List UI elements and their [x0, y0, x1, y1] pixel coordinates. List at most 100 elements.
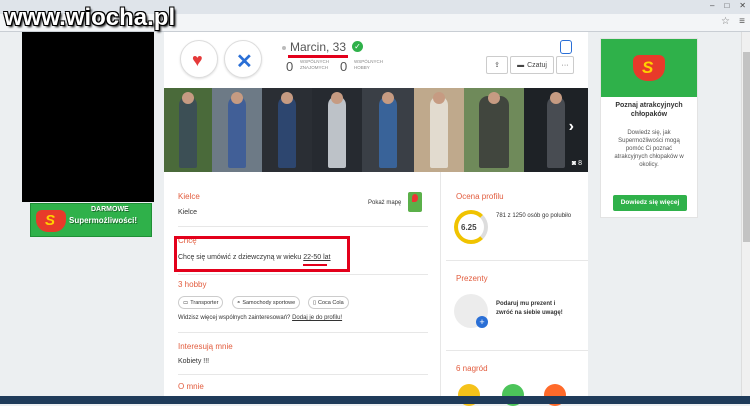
person: [328, 96, 346, 168]
divider: [178, 374, 428, 375]
maximize-button[interactable]: □: [724, 1, 729, 10]
gift-text-line1: Podaruj mu prezent i: [496, 301, 556, 307]
mutual-hobby-label: WSPÓLNYCH HOBBY: [354, 59, 384, 70]
head: [433, 92, 445, 104]
browser-menu-icon[interactable]: ≡: [739, 16, 745, 27]
supermozliwosci-banner[interactable]: DARMOWE Supermożliwości!: [30, 203, 152, 237]
red-underline: [288, 55, 348, 58]
person: [228, 96, 246, 168]
rating-text: 781 z 1250 osób go polubiło: [496, 213, 572, 219]
mutual-friends-count: 0: [286, 59, 294, 74]
photo-thumb[interactable]: [464, 88, 524, 172]
person: [430, 96, 448, 168]
location-value: Kielce: [178, 209, 198, 216]
heart-icon: ♥: [192, 50, 203, 70]
next-photo-icon[interactable]: ›: [569, 118, 574, 136]
head: [281, 92, 293, 104]
more-icon: ···: [561, 61, 569, 69]
divider: [446, 260, 588, 261]
head: [231, 92, 243, 104]
head: [382, 92, 394, 104]
add-gift-icon[interactable]: +: [476, 316, 488, 328]
car-icon: ◓: [237, 299, 241, 306]
banner-line2: Supermożliwości!: [69, 216, 138, 225]
hobby-prompt-text: Widzisz więcej wspólnych zainteresowań?: [178, 315, 291, 321]
hobby-label: Samochody sportowe: [242, 299, 296, 306]
divider: [178, 332, 428, 333]
person: [479, 96, 509, 168]
banner-line1: DARMOWE: [91, 206, 129, 213]
verified-icon: ✓: [352, 41, 363, 52]
chat-button[interactable]: ▬ Czatuj: [510, 56, 554, 74]
taskbar: [0, 396, 750, 404]
gift-text[interactable]: Podaruj mu prezent i zwróć na siebie uwag…: [496, 300, 563, 318]
profile-card: ♥ ✕ Marcin, 33 ✓ 0 WSPÓLNYCH ZNAJOMYCH 0…: [164, 32, 588, 406]
photo-count: ◙ 8: [572, 160, 582, 167]
right-ad: Poznaj atrakcyjnych chłopaków Dowiedz si…: [600, 38, 698, 218]
mutual-friends-label: WSPÓLNYCH ZNAJOMYCH: [300, 59, 330, 70]
photo-count-value: 8: [578, 160, 582, 167]
awards-title: 6 nagród: [456, 364, 488, 373]
online-status-dot: [282, 46, 286, 50]
person: [379, 96, 397, 168]
superman-logo-icon: [633, 55, 665, 81]
share-icon: ⇪: [494, 62, 500, 69]
person: [179, 96, 197, 168]
interests-title: Interesują mnie: [178, 342, 233, 351]
dislike-button[interactable]: ✕: [224, 40, 262, 78]
head: [550, 92, 562, 104]
photo-thumb[interactable]: [262, 88, 312, 172]
person: [547, 96, 565, 168]
rating-title: Ocena profilu: [456, 192, 504, 201]
hobby-label: Transporter: [190, 299, 219, 306]
like-button[interactable]: ♥: [180, 40, 218, 78]
photo-thumb[interactable]: [164, 88, 212, 172]
ad-title: Poznaj atrakcyjnych chłopaków: [615, 102, 683, 118]
bottle-icon: ▯: [313, 299, 317, 306]
chat-label: Czatuj: [527, 61, 547, 69]
rating-score: 6.25: [461, 223, 477, 232]
show-map-link[interactable]: Pokaż mapę: [368, 200, 401, 206]
hobby-chip[interactable]: ▯ Coca Cola: [308, 296, 349, 309]
profile-name: Marcin, 33: [290, 40, 347, 54]
close-icon: ✕: [236, 51, 253, 73]
rating-gauge: 6.25: [454, 210, 488, 244]
interests-value: Kobiety !!!: [178, 358, 210, 365]
scrollbar[interactable]: [741, 32, 750, 404]
superman-logo-icon: [36, 210, 66, 232]
gift-text-line2: zwróć na siebie uwagę!: [496, 310, 563, 316]
hobby-chip[interactable]: ▭ Transporter: [178, 296, 224, 309]
location-title: Kielce: [178, 192, 200, 201]
divider: [178, 274, 428, 275]
hobby-label: Coca Cola: [318, 299, 344, 306]
head: [182, 92, 194, 104]
ad-placeholder: [22, 32, 154, 202]
mutual-hobby-count: 0: [340, 59, 348, 74]
photo-thumb[interactable]: [312, 88, 362, 172]
close-button[interactable]: ✕: [739, 1, 746, 10]
more-button[interactable]: ···: [556, 56, 574, 74]
photo-thumb[interactable]: [362, 88, 414, 172]
about-title: O mnie: [178, 382, 204, 391]
photo-thumb[interactable]: [212, 88, 262, 172]
divider: [178, 226, 428, 227]
add-hobby-link[interactable]: Dodaj je do profilu!: [292, 315, 342, 321]
bookmark-star-icon[interactable]: ☆: [721, 16, 730, 27]
learn-more-button[interactable]: Dowiedz się więcej: [613, 195, 687, 211]
share-button[interactable]: ⇪: [486, 56, 508, 74]
gifts-title: Prezenty: [456, 274, 488, 283]
photo-thumb[interactable]: [414, 88, 464, 172]
photo-strip[interactable]: [164, 88, 588, 172]
divider: [446, 350, 588, 351]
mobile-icon[interactable]: [560, 40, 572, 54]
hobby-chip[interactable]: ◓ Samochody sportowe: [232, 296, 301, 309]
head: [488, 92, 500, 104]
monitor-icon: ▭: [183, 299, 189, 306]
column-divider: [440, 172, 441, 404]
hobby-prompt: Widzisz więcej wspólnych zainteresowań? …: [178, 315, 342, 321]
ad-description: Dowiedz się, jak Supermożliwości mogą po…: [614, 130, 684, 168]
watermark: www.wiocha.pl: [4, 4, 176, 31]
minimize-button[interactable]: –: [710, 1, 714, 10]
scrollbar-thumb[interactable]: [743, 52, 750, 242]
age-highlight-underline: [303, 264, 327, 266]
